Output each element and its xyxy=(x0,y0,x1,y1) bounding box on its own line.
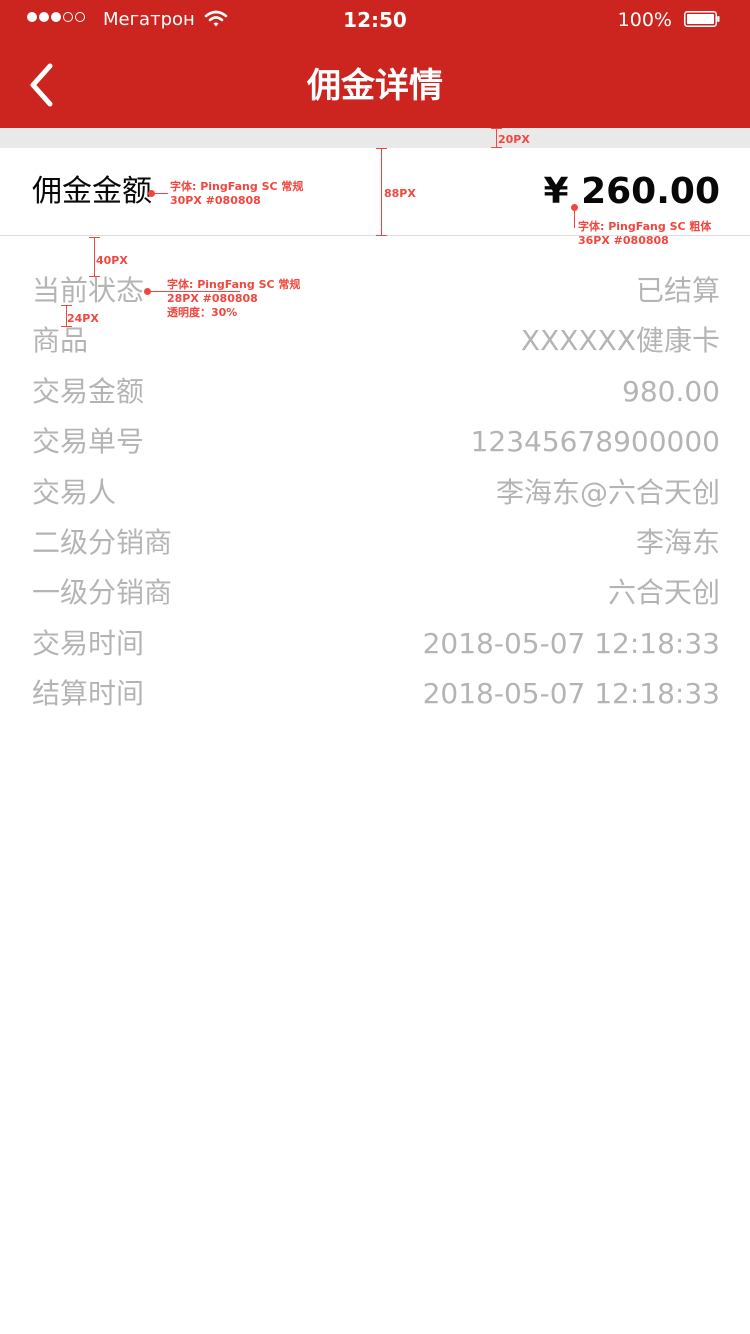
annotation-measure-line xyxy=(574,210,575,228)
annotation-label-font: 字体: PingFang SC 常规 xyxy=(170,180,304,193)
detail-value: 已结算 xyxy=(635,274,720,307)
app-header: Мегатрон 12:50 100% 佣金详情 xyxy=(0,0,750,128)
detail-label: 交易金额 xyxy=(32,374,145,408)
detail-row-trade-amount: 交易金额 980.00 xyxy=(0,372,750,422)
annotation-label-size: 30PX #080808 xyxy=(170,194,261,207)
page-title: 佣金详情 xyxy=(307,66,443,106)
detail-value: 李海东@六合天创 xyxy=(495,475,720,509)
detail-label: 当前状态 xyxy=(32,274,145,307)
commission-amount-label: 佣金金额 xyxy=(32,174,152,209)
annotation-spacer-height: 20PX xyxy=(498,133,530,146)
detail-label: 一级分销商 xyxy=(32,576,173,610)
detail-value: 2018-05-07 12:18:33 xyxy=(422,677,720,711)
detail-value: 2018-05-07 12:18:33 xyxy=(422,626,720,660)
annotation-measure-line xyxy=(89,276,100,277)
commission-amount-value: ¥ 260.00 xyxy=(543,171,720,212)
detail-label: 二级分销商 xyxy=(32,525,173,559)
detail-label: 交易单号 xyxy=(32,425,145,459)
annotation-measure-line xyxy=(496,128,497,148)
annotation-amount-size: 36PX #080808 xyxy=(578,234,669,247)
annotation-row-height: 88PX xyxy=(384,187,416,200)
annotation-measure-line xyxy=(94,237,95,277)
detail-value: 12345678900000 xyxy=(470,425,720,459)
annotation-measure-line xyxy=(376,235,387,236)
detail-label: 交易人 xyxy=(32,475,117,509)
detail-row-status: 当前状态 已结算 xyxy=(0,271,750,321)
annotation-detail-size: 28PX #080808 xyxy=(167,292,258,305)
detail-label: 交易时间 xyxy=(32,626,145,660)
detail-value: 李海东 xyxy=(635,525,720,559)
detail-row-trade-time: 交易时间 2018-05-07 12:18:33 xyxy=(0,624,750,674)
annotation-measure-line xyxy=(154,193,168,194)
detail-label: 结算时间 xyxy=(32,677,145,711)
detail-row-secondary-distributor: 二级分销商 李海东 xyxy=(0,523,750,573)
battery-percentage: 100% xyxy=(617,9,672,31)
annotation-measure-line xyxy=(61,305,72,306)
navigation-bar: 佣金详情 xyxy=(0,40,750,128)
annotation-detail-font: 字体: PingFang SC 常规 xyxy=(167,278,301,291)
detail-value: 980.00 xyxy=(622,374,720,408)
section-spacer xyxy=(0,128,750,148)
detail-row-product: 商品 XXXXXX健康卡 xyxy=(0,321,750,371)
annotation-detail-opacity: 透明度：30% xyxy=(167,306,238,319)
battery-icon xyxy=(684,11,720,27)
annotation-measure-line xyxy=(491,128,502,129)
annotation-row-gap: 24PX xyxy=(67,312,99,325)
detail-row-trader: 交易人 李海东@六合天创 xyxy=(0,473,750,523)
detail-row-primary-distributor: 一级分销商 六合天创 xyxy=(0,573,750,623)
annotation-measure-line xyxy=(376,148,387,149)
detail-value: 六合天创 xyxy=(607,576,720,610)
detail-value: XXXXXX健康卡 xyxy=(520,324,720,358)
annotation-top-gap: 40PX xyxy=(96,254,128,267)
annotation-measure-line xyxy=(381,148,382,236)
detail-row-settlement-time: 结算时间 2018-05-07 12:18:33 xyxy=(0,674,750,724)
annotation-measure-line xyxy=(89,237,100,238)
annotation-measure-line xyxy=(61,326,72,327)
annotation-amount-font: 字体: PingFang SC 粗体 xyxy=(578,220,712,233)
annotation-measure-line xyxy=(491,147,502,148)
transaction-details-list: 当前状态 已结算 商品 XXXXXX健康卡 交易金额 980.00 交易单号 1… xyxy=(0,271,750,725)
status-bar: Мегатрон 12:50 100% xyxy=(0,0,750,40)
detail-row-order-number: 交易单号 12345678900000 xyxy=(0,422,750,472)
detail-label: 商品 xyxy=(32,324,89,358)
